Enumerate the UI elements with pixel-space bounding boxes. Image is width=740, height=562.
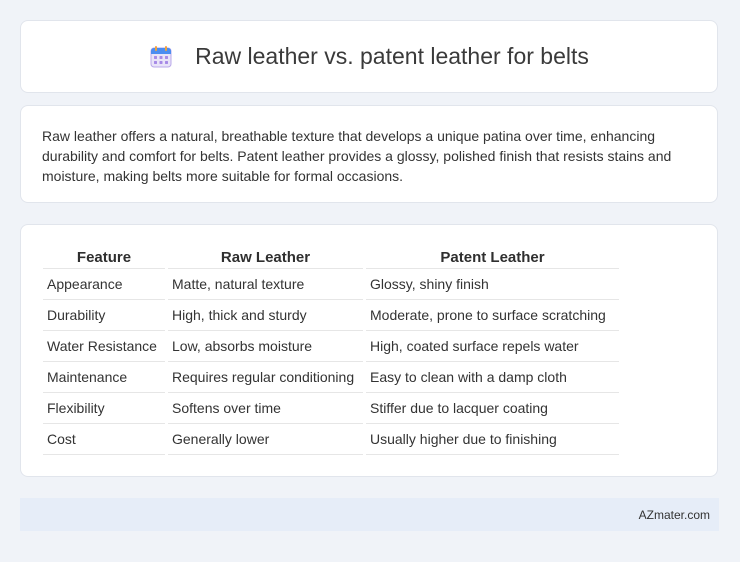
page-title: Raw leather vs. patent leather for belts [195, 43, 589, 69]
raw-leather-cell: Softens over time [168, 393, 363, 424]
comparison-table: Feature Raw Leather Patent Leather Appea… [40, 245, 622, 455]
table-row: Durability High, thick and sturdy Moderate… [43, 300, 619, 331]
table-row: Maintenance Requires regular conditioning… [43, 362, 619, 393]
table-row: Water Resistance Low, absorbs moisture Hig… [43, 331, 619, 362]
footer: AZmater.com [20, 498, 719, 531]
raw-leather-cell: High, thick and sturdy [168, 300, 363, 331]
patent-leather-cell: Moderate, prone to surface scratching [366, 300, 619, 331]
footer-brand: AZmater.com [638, 507, 710, 522]
calendar-icon [149, 45, 173, 69]
feature-cell: Water Resistance [43, 331, 165, 362]
feature-cell: Durability [43, 300, 165, 331]
header-patent-leather: Patent Leather [366, 245, 619, 269]
table-row: Appearance Matte, natural texture Glossy, … [43, 269, 619, 300]
table-row: Cost Generally lower Usually higher due to… [43, 424, 619, 455]
patent-leather-cell: Easy to clean with a damp cloth [366, 362, 619, 393]
feature-cell: Appearance [43, 269, 165, 300]
header-raw-leather: Raw Leather [168, 245, 363, 269]
table-row: Flexibility Softens over time Stiffer due … [43, 393, 619, 424]
raw-leather-cell: Requires regular conditioning [168, 362, 363, 393]
patent-leather-cell: Stiffer due to lacquer coating [366, 393, 619, 424]
patent-leather-cell: Glossy, shiny finish [366, 269, 619, 300]
raw-leather-cell: Matte, natural texture [168, 269, 363, 300]
patent-leather-cell: Usually higher due to finishing [366, 424, 619, 455]
feature-cell: Flexibility [43, 393, 165, 424]
raw-leather-cell: Low, absorbs moisture [168, 331, 363, 362]
comparison-card: Feature Raw Leather Patent Leather Appea… [20, 224, 718, 477]
feature-cell: Cost [43, 424, 165, 455]
table-header-row: Feature Raw Leather Patent Leather [43, 245, 619, 269]
header-feature: Feature [43, 245, 165, 269]
patent-leather-cell: High, coated surface repels water [366, 331, 619, 362]
description-text: Raw leather offers a natural, breathable… [42, 128, 672, 184]
feature-cell: Maintenance [43, 362, 165, 393]
description-card: Raw leather offers a natural, breathable… [20, 105, 718, 203]
title-card: Raw leather vs. patent leather for belts [20, 20, 718, 93]
raw-leather-cell: Generally lower [168, 424, 363, 455]
